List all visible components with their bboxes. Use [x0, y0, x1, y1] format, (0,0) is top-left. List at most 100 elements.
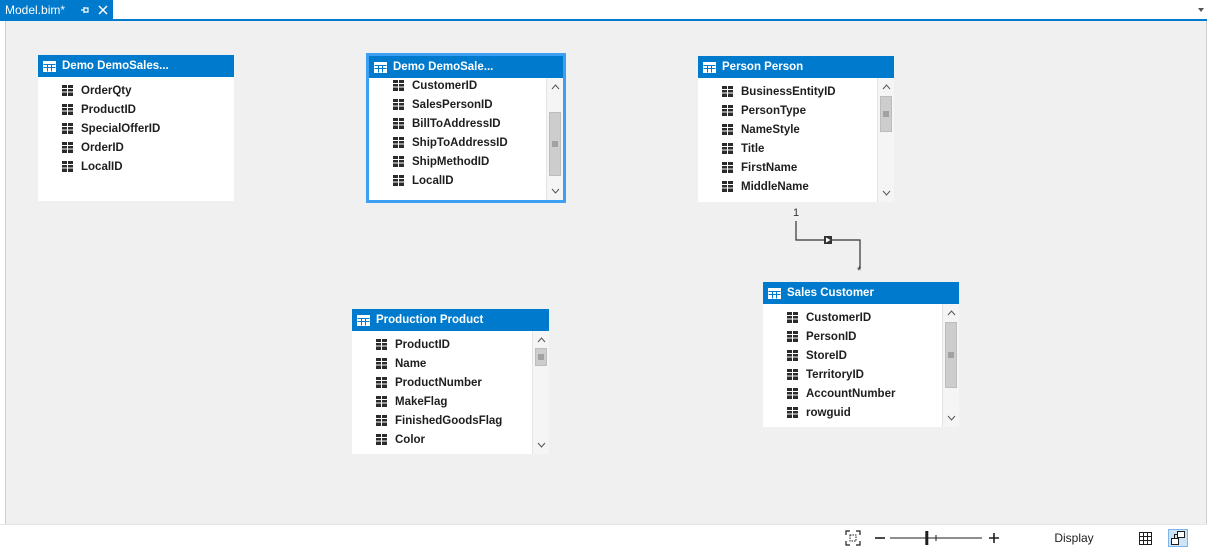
tab-overflow-dropdown-icon[interactable]	[1197, 6, 1205, 14]
column-item[interactable]: CustomerID	[763, 308, 942, 327]
scroll-down-icon[interactable]	[943, 410, 959, 426]
scroll-thumb[interactable]	[549, 112, 561, 176]
scroll-down-icon[interactable]	[547, 183, 563, 199]
column-item[interactable]: OrderID	[38, 138, 234, 157]
fit-to-window-icon[interactable]	[844, 529, 862, 547]
scroll-thumb[interactable]	[945, 322, 957, 388]
column-item[interactable]: BusinessEntityID	[698, 82, 877, 101]
column-name: ProductID	[81, 103, 136, 116]
table-icon	[43, 60, 56, 72]
table-card-demo-demosales-1[interactable]: Demo DemoSales... OrderQty ProductID Spe…	[38, 55, 234, 201]
table-icon	[374, 61, 387, 73]
column-name: Name	[395, 357, 427, 370]
column-name: CustomerID	[412, 79, 478, 92]
scroll-down-icon[interactable]	[878, 185, 894, 201]
column-icon	[722, 105, 733, 116]
table-scrollbar[interactable]	[532, 331, 549, 454]
column-name: PersonType	[741, 104, 806, 117]
column-icon	[787, 331, 798, 342]
column-item[interactable]: TerritoryID	[763, 365, 942, 384]
table-scrollbar[interactable]	[877, 78, 894, 202]
column-icon	[62, 104, 73, 115]
column-icon	[62, 85, 73, 96]
column-name: Title	[741, 142, 765, 155]
column-name: AccountNumber	[806, 387, 896, 400]
column-item[interactable]: ProductNumber	[352, 373, 532, 392]
column-name: Color	[395, 433, 426, 446]
scroll-up-icon[interactable]	[547, 79, 563, 95]
table-card-person-person[interactable]: Person Person BusinessEntityID PersonTyp…	[698, 56, 894, 202]
table-header[interactable]: Sales Customer	[763, 282, 959, 304]
column-item[interactable]: SpecialOfferID	[38, 119, 234, 138]
table-scrollbar[interactable]	[546, 78, 563, 200]
table-card-sales-customer[interactable]: Sales Customer CustomerID PersonID Store…	[763, 282, 959, 427]
column-item[interactable]: PersonType	[698, 101, 877, 120]
column-item[interactable]: BillToAddressID	[369, 114, 546, 133]
column-icon	[787, 312, 798, 323]
diagram-view-button[interactable]	[1168, 529, 1188, 547]
table-scrollbar[interactable]	[942, 304, 959, 427]
column-name: BillToAddressID	[412, 117, 501, 130]
column-item[interactable]: MakeFlag	[352, 392, 532, 411]
column-icon	[393, 175, 404, 186]
column-item[interactable]: MiddleName	[698, 177, 877, 196]
scroll-thumb[interactable]	[535, 348, 547, 366]
relationship-cardinality-one: 1	[793, 207, 800, 219]
pin-icon[interactable]	[80, 4, 90, 16]
scroll-up-icon[interactable]	[878, 79, 894, 95]
table-card-demo-demosales-2[interactable]: Demo DemoSale... CustomerID SalesPersonI…	[366, 53, 566, 203]
column-item[interactable]: FirstName	[698, 158, 877, 177]
column-item[interactable]: FinishedGoodsFlag	[352, 411, 532, 430]
column-name: PersonID	[806, 330, 857, 343]
column-item[interactable]: rowguid	[763, 403, 942, 422]
column-item[interactable]: ProductID	[352, 335, 532, 354]
tab-model-bim[interactable]: Model.bim*	[0, 0, 113, 20]
scroll-up-icon[interactable]	[533, 332, 549, 348]
display-label: Display	[1054, 531, 1094, 545]
column-icon	[376, 434, 387, 445]
column-item[interactable]: Color	[352, 430, 532, 449]
column-item[interactable]: NameStyle	[698, 120, 877, 139]
column-name: ProductNumber	[395, 376, 482, 389]
scroll-down-icon[interactable]	[533, 437, 549, 453]
column-item[interactable]: ProductID	[38, 100, 234, 119]
relationship-cardinality-many: *	[857, 265, 862, 277]
column-item[interactable]: LocalID	[369, 171, 546, 190]
tab-title: Model.bim*	[5, 3, 66, 17]
column-item[interactable]: ShipToAddressID	[369, 133, 546, 152]
column-item[interactable]: Name	[352, 354, 532, 373]
close-icon[interactable]	[96, 3, 110, 17]
column-name: MiddleName	[741, 180, 809, 193]
zoom-slider-thumb[interactable]	[925, 531, 929, 545]
column-name: LocalID	[81, 160, 123, 173]
column-item[interactable]: ShipMethodID	[369, 152, 546, 171]
table-header[interactable]: Person Person	[698, 56, 894, 78]
column-item[interactable]: SalesPersonID	[369, 95, 546, 114]
table-title: Production Product	[376, 314, 484, 326]
column-name: SalesPersonID	[412, 98, 493, 111]
table-header[interactable]: Demo DemoSale...	[369, 56, 563, 78]
zoom-in-icon[interactable]	[987, 529, 1001, 547]
grid-view-button[interactable]	[1136, 529, 1154, 547]
column-item[interactable]: OrderQty	[38, 81, 234, 100]
column-name: BusinessEntityID	[741, 85, 836, 98]
column-item[interactable]: StoreID	[763, 346, 942, 365]
scroll-up-icon[interactable]	[943, 305, 959, 321]
column-icon	[376, 358, 387, 369]
column-item[interactable]: PersonID	[763, 327, 942, 346]
column-name: ShipMethodID	[412, 155, 490, 168]
column-name: StoreID	[806, 349, 847, 362]
table-header[interactable]: Demo DemoSales...	[38, 55, 234, 77]
column-name: NameStyle	[741, 123, 800, 136]
column-icon	[376, 396, 387, 407]
zoom-slider[interactable]	[888, 529, 984, 547]
table-header[interactable]: Production Product	[352, 309, 549, 331]
table-card-production-product[interactable]: Production Product ProductID Name Produc…	[352, 309, 549, 454]
column-item[interactable]: AccountNumber	[763, 384, 942, 403]
column-item[interactable]: Title	[698, 139, 877, 158]
column-name: SpecialOfferID	[81, 122, 161, 135]
column-item[interactable]: CustomerID	[369, 76, 546, 95]
zoom-out-icon[interactable]	[873, 529, 887, 547]
column-item[interactable]: LocalID	[38, 157, 234, 176]
scroll-thumb[interactable]	[880, 96, 892, 132]
